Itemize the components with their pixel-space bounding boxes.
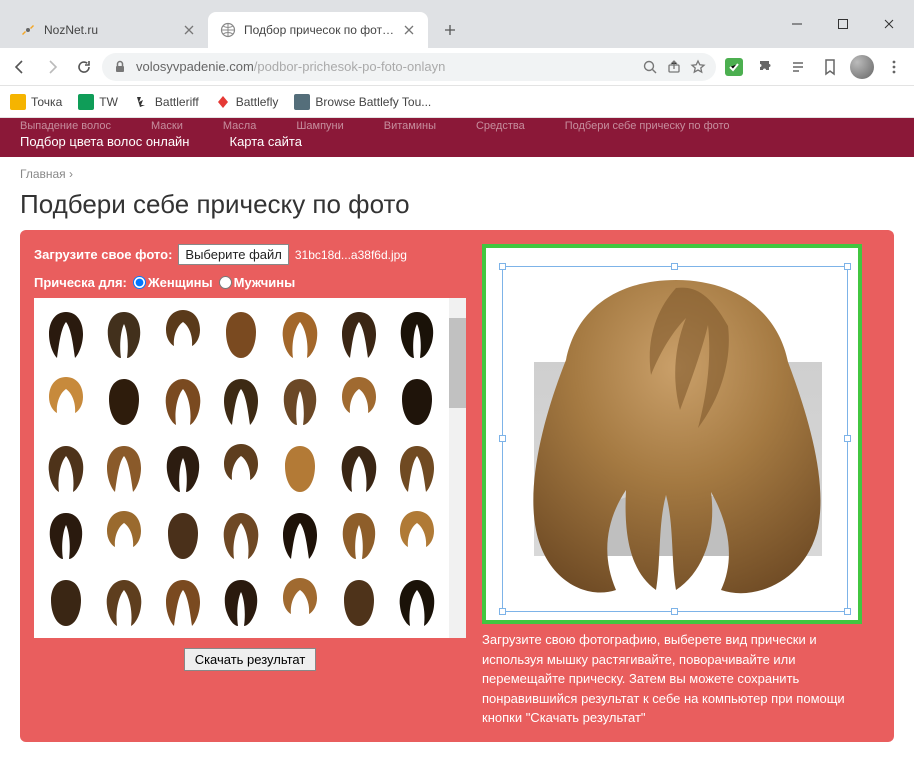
hairstyle-thumb[interactable]: [214, 436, 270, 500]
download-button[interactable]: Скачать результат: [184, 648, 317, 671]
menu-button[interactable]: [880, 53, 908, 81]
new-tab-button[interactable]: [436, 16, 464, 44]
gender-women-label: Женщины: [148, 275, 213, 290]
hairstyle-thumb[interactable]: [155, 302, 211, 366]
gender-label: Прическа для:: [34, 275, 127, 290]
hairstyle-thumb[interactable]: [97, 436, 153, 500]
ext-bookmark[interactable]: [816, 53, 844, 81]
gender-men-radio[interactable]: [219, 276, 232, 289]
nav-link[interactable]: Карта сайта: [230, 134, 302, 149]
hairstyle-thumb[interactable]: [272, 570, 328, 634]
choose-file-button[interactable]: Выберите файл: [178, 244, 288, 265]
bookmark-item[interactable]: Точка: [10, 94, 62, 110]
share-icon[interactable]: [666, 59, 682, 75]
avatar[interactable]: [848, 53, 876, 81]
hairstyle-thumb[interactable]: [389, 570, 445, 634]
star-icon[interactable]: [690, 59, 706, 75]
globe-icon: [220, 22, 236, 38]
bookmark-item[interactable]: Battlefly: [215, 94, 279, 110]
lock-icon: [112, 59, 128, 75]
nav-link[interactable]: Выпадение волос: [20, 120, 111, 132]
selection-box[interactable]: [502, 266, 848, 612]
maximize-button[interactable]: [820, 8, 866, 40]
hairstyle-thumb[interactable]: [155, 436, 211, 500]
reload-button[interactable]: [70, 53, 98, 81]
hairstyle-thumb[interactable]: [272, 436, 328, 500]
ext-adblock[interactable]: [720, 53, 748, 81]
hairstyle-thumb[interactable]: [272, 503, 328, 567]
hairstyle-thumb[interactable]: [214, 369, 270, 433]
window-close-button[interactable]: [866, 8, 912, 40]
nav-link[interactable]: Масла: [223, 120, 256, 132]
hairstyle-thumb[interactable]: [331, 369, 387, 433]
hairstyle-thumb[interactable]: [155, 503, 211, 567]
nav-link[interactable]: Шампуни: [296, 120, 343, 132]
hairstyle-thumb[interactable]: [389, 302, 445, 366]
hairstyle-thumb[interactable]: [331, 436, 387, 500]
hairstyle-thumb[interactable]: [38, 570, 94, 634]
hairstyle-thumb[interactable]: [38, 503, 94, 567]
nav-link[interactable]: Средства: [476, 120, 525, 132]
hairstyle-thumb[interactable]: [272, 369, 328, 433]
hairstyle-thumb[interactable]: [331, 570, 387, 634]
hairstyle-thumb[interactable]: [331, 503, 387, 567]
hairstyle-thumb[interactable]: [97, 570, 153, 634]
scrollbar[interactable]: [449, 298, 466, 638]
nav-link[interactable]: Маски: [151, 120, 183, 132]
tab-noznet[interactable]: NozNet.ru: [8, 12, 208, 48]
hairstyle-thumb[interactable]: [214, 302, 270, 366]
bookmark-item[interactable]: Battleriff: [134, 94, 199, 110]
hairstyle-thumb[interactable]: [155, 570, 211, 634]
minimize-button[interactable]: [774, 8, 820, 40]
nav-link[interactable]: Подбери себе прическу по фото: [565, 120, 730, 132]
wrench-icon: [20, 22, 36, 38]
hairstyle-thumb[interactable]: [97, 369, 153, 433]
help-text: Загрузите свою фотографию, выберете вид …: [482, 630, 862, 728]
hairstyle-thumb[interactable]: [389, 369, 445, 433]
back-button[interactable]: [6, 53, 34, 81]
hairstyle-thumb[interactable]: [97, 302, 153, 366]
gender-women-radio[interactable]: [133, 276, 146, 289]
hairstyle-thumb[interactable]: [331, 302, 387, 366]
page-title: Подбери себе прическу по фото: [20, 189, 894, 220]
hairstyle-thumb[interactable]: [38, 436, 94, 500]
gender-men-label: Мужчины: [234, 275, 296, 290]
address-bar[interactable]: volosyvpadenie.com/podbor-prichesok-po-f…: [102, 53, 716, 81]
bookmark-item[interactable]: Browse Battlefy Tou...: [294, 94, 431, 110]
breadcrumb-link[interactable]: Главная: [20, 167, 66, 181]
zoom-icon[interactable]: [642, 59, 658, 75]
hairstyle-thumb[interactable]: [38, 369, 94, 433]
hairstyle-thumb[interactable]: [38, 302, 94, 366]
forward-button[interactable]: [38, 53, 66, 81]
nav-link[interactable]: Витамины: [384, 120, 436, 132]
tab-title: Подбор причесок по фото онла: [244, 23, 394, 37]
breadcrumb: Главная ›: [20, 167, 894, 181]
hairstyle-thumb[interactable]: [272, 302, 328, 366]
hairstyle-thumb[interactable]: [97, 503, 153, 567]
ext-readlist[interactable]: [784, 53, 812, 81]
tab-title: NozNet.ru: [44, 23, 174, 37]
bookmarks-bar: Точка TW Battleriff Battlefly Browse Bat…: [0, 86, 914, 118]
file-name: 31bc18d...a38f6d.jpg: [295, 248, 407, 262]
bookmark-item[interactable]: TW: [78, 94, 118, 110]
site-nav: Выпадение волос Маски Масла Шампуни Вита…: [0, 118, 914, 157]
hairstyle-thumb[interactable]: [389, 436, 445, 500]
close-icon[interactable]: [402, 23, 416, 37]
close-icon[interactable]: [182, 23, 196, 37]
hairstyle-grid: [34, 298, 466, 638]
hairstyle-thumb[interactable]: [389, 503, 445, 567]
hairstyle-thumb[interactable]: [214, 503, 270, 567]
upload-label: Загрузите свое фото:: [34, 247, 172, 262]
hairstyle-thumb[interactable]: [155, 369, 211, 433]
tab-active[interactable]: Подбор причесок по фото онла: [208, 12, 428, 48]
preview-canvas[interactable]: [482, 244, 862, 624]
hairstyle-thumb[interactable]: [214, 570, 270, 634]
ext-puzzle[interactable]: [752, 53, 780, 81]
nav-link[interactable]: Подбор цвета волос онлайн: [20, 134, 190, 149]
